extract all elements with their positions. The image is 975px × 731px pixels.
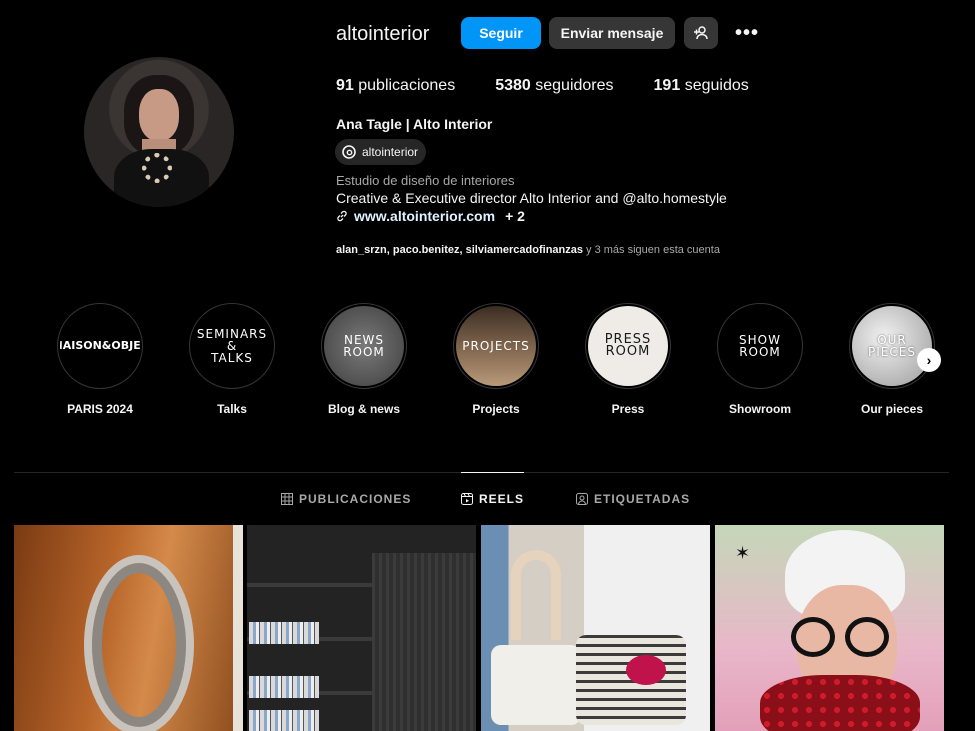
highlight-label: Press — [611, 402, 645, 416]
highlight-cover: NEWS ROOM — [324, 306, 404, 386]
highlight-cover: PRESS ROOM — [588, 306, 668, 386]
reel-thumbnail[interactable]: ✶ — [715, 525, 944, 731]
highlight-blog-news[interactable]: NEWS ROOM Blog & news — [320, 303, 408, 416]
tab-label: REELS — [479, 491, 525, 506]
highlight-cover: PROJECTS — [456, 306, 536, 386]
highlight-cover: SHOW ROOM — [720, 306, 800, 386]
followed-by[interactable]: alan_srzn, paco.benitez, silviamercadofi… — [336, 244, 720, 256]
profile-category: Estudio de diseño de interiores — [336, 173, 515, 188]
pillow-image — [491, 645, 581, 725]
tab-label: ETIQUETADAS — [594, 492, 691, 506]
flower-image — [626, 655, 666, 685]
profile-display-name: Ana Tagle | Alto Interior — [336, 116, 493, 132]
reel-thumbnail[interactable] — [247, 525, 476, 731]
decor-image — [511, 550, 561, 640]
tagged-icon — [576, 493, 588, 505]
tab-posts[interactable]: PUBLICACIONES — [281, 473, 411, 525]
tab-label: PUBLICACIONES — [299, 492, 412, 506]
highlight-cover: MAISON&OBJET — [60, 306, 140, 386]
followers-stat[interactable]: 5380 seguidores — [495, 77, 613, 95]
reel-thumbnail[interactable] — [481, 525, 710, 731]
more-options-button[interactable]: ••• — [730, 17, 764, 49]
mirror-image — [84, 555, 194, 731]
story-highlights: MAISON&OBJET PARIS 2024 SEMINARS & TALKS… — [56, 303, 956, 423]
tab-reels[interactable]: REELS — [461, 472, 525, 524]
highlight-label: PARIS 2024 — [67, 402, 133, 416]
highlight-label: Showroom — [729, 402, 791, 416]
highlight-cover: SEMINARS & TALKS — [192, 306, 272, 386]
avatar-face — [139, 89, 179, 141]
books-image — [249, 710, 319, 731]
glasses-image — [791, 617, 835, 657]
profile-username: altointerior — [336, 23, 430, 45]
add-person-icon — [694, 26, 708, 40]
dragonfly-icon: ✶ — [735, 543, 751, 563]
reels-icon — [461, 492, 473, 505]
profile-bio: Creative & Executive director Alto Inter… — [336, 190, 727, 206]
highlight-projects[interactable]: PROJECTS Projects — [452, 303, 540, 416]
books-image — [249, 676, 319, 698]
highlight-cover: OUR PIECES — [852, 306, 932, 386]
door-image — [372, 553, 476, 731]
profile-avatar[interactable] — [84, 57, 234, 207]
highlight-label: Projects — [472, 402, 520, 416]
highlight-paris-2024[interactable]: MAISON&OBJET PARIS 2024 — [56, 303, 144, 416]
send-message-button[interactable]: Enviar mensaje — [549, 17, 675, 49]
followed-by-names[interactable]: alan_srzn, paco.benitez, silviamercadofi… — [336, 244, 583, 256]
avatar-necklace — [142, 153, 172, 183]
highlight-press[interactable]: PRESS ROOM Press — [584, 303, 672, 416]
necklace-image — [760, 675, 920, 731]
threads-icon — [342, 145, 356, 159]
tab-tagged[interactable]: ETIQUETADAS — [576, 473, 690, 525]
following-stat[interactable]: 191 seguidos — [654, 77, 749, 95]
posts-stat: 91 publicaciones — [336, 77, 456, 94]
highlight-talks[interactable]: SEMINARS & TALKS Talks — [188, 303, 276, 416]
grid-icon — [281, 493, 293, 505]
profile-link[interactable]: www.altointerior.com + 2 — [336, 208, 525, 224]
threads-handle: altointerior — [362, 145, 419, 159]
highlight-label: Our pieces — [860, 402, 924, 416]
books-image — [249, 622, 319, 644]
highlights-next-button[interactable]: › — [917, 348, 941, 372]
link-icon — [337, 210, 347, 222]
followed-by-suffix: y 3 más siguen esta cuenta — [582, 244, 720, 256]
shelf-image — [247, 583, 372, 587]
highlight-label: Talks — [217, 402, 247, 416]
link-more[interactable]: + 2 — [505, 208, 525, 224]
chevron-right-icon: › — [926, 352, 932, 368]
lamp-image — [233, 525, 243, 731]
follow-button[interactable]: Seguir — [461, 17, 541, 49]
reel-thumbnail[interactable] — [14, 525, 243, 731]
highlight-label: Blog & news — [327, 402, 400, 416]
reels-grid: ✶ — [14, 525, 949, 731]
highlight-showroom[interactable]: SHOW ROOM Showroom — [716, 303, 804, 416]
threads-badge[interactable]: altointerior — [335, 139, 427, 165]
link-url[interactable]: www.altointerior.com — [354, 208, 495, 224]
profile-stats: 91 publicaciones 5380 seguidores 191 seg… — [336, 77, 749, 95]
glasses-image — [845, 617, 889, 657]
suggest-users-button[interactable] — [684, 17, 718, 49]
